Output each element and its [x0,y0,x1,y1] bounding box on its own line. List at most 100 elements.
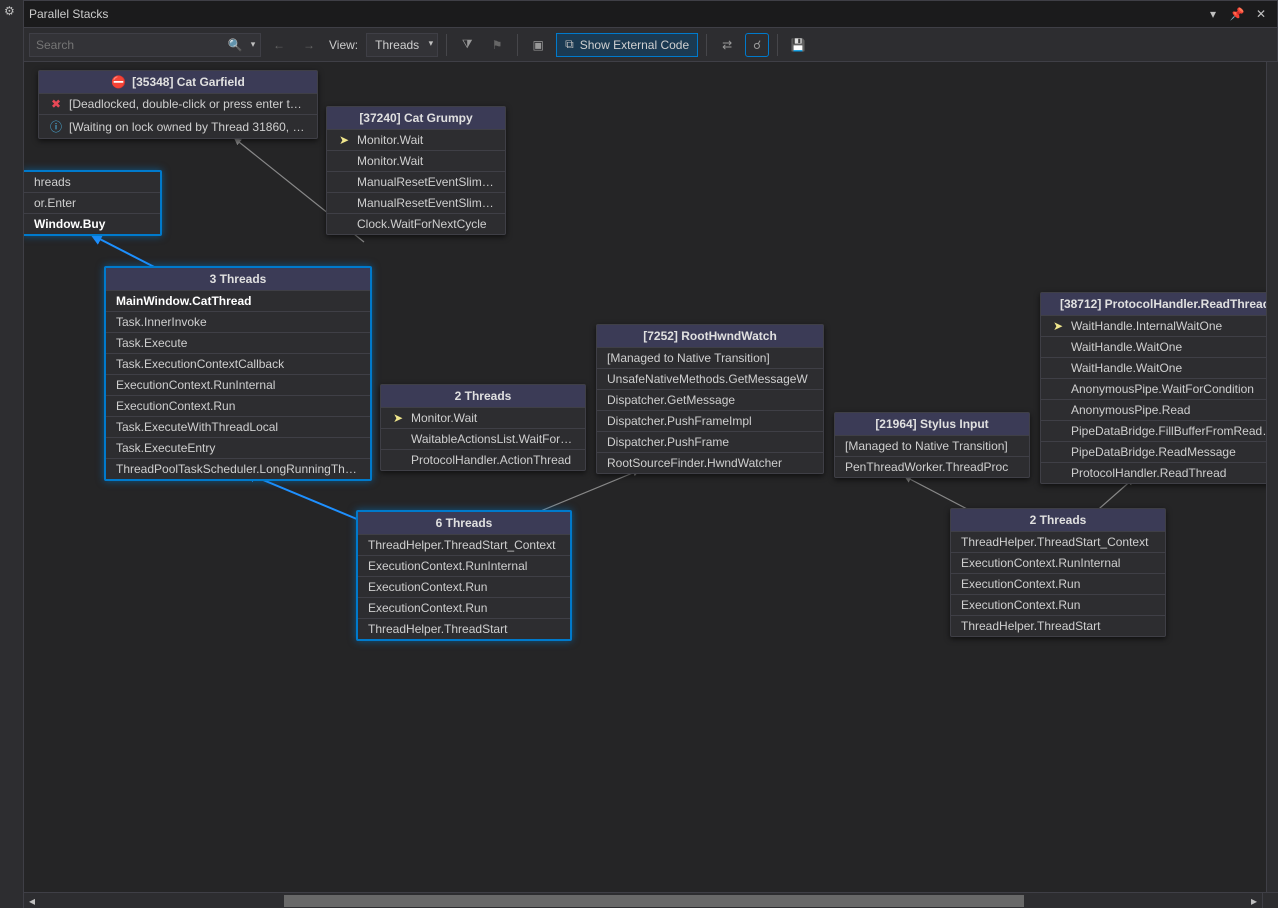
code-icon: ⧉ [565,37,574,52]
chevron-down-icon[interactable]: ▾ [1203,4,1223,24]
stack-row[interactable]: PipeDataBridge.FillBufferFromReadPipe [1041,421,1278,442]
stack-row[interactable]: PipeDataBridge.ReadMessage [1041,442,1278,463]
vertical-scrollbar[interactable] [1266,62,1278,892]
stack-row[interactable]: hreads [24,172,160,193]
stack-row[interactable]: Dispatcher.GetMessage [597,390,823,411]
stack-row[interactable]: WaitHandle.WaitOne [1041,337,1278,358]
search-input[interactable] [30,34,224,56]
gear-icon[interactable]: ⚙ [4,4,15,18]
node-title: [38712] ProtocolHandler.ReadThread [1041,293,1278,316]
stack-row[interactable]: ThreadHelper.ThreadStart [951,616,1165,636]
stack-row[interactable]: Clock.WaitForNextCycle [327,214,505,234]
scroll-left-icon[interactable]: ◂ [24,893,40,908]
stack-row[interactable]: MainWindow.CatThread [106,291,370,312]
view-label: View: [327,38,360,52]
stack-row[interactable]: PenThreadWorker.ThreadProc [835,457,1029,477]
show-external-code-toggle[interactable]: ⧉ Show External Code [556,33,698,57]
search-dropdown-icon[interactable]: ▾ [246,39,260,50]
stack-row[interactable]: ProtocolHandler.ActionThread [381,450,585,470]
error-icon: ✖ [49,97,63,111]
stack-row[interactable]: ➤WaitHandle.InternalWaitOne [1041,316,1278,337]
node-title: [37240] Cat Grumpy [327,107,505,130]
stack-row[interactable]: Task.ExecuteEntry [106,438,370,459]
stack-row[interactable]: ➤Monitor.Wait [327,130,505,151]
node-cat-grumpy[interactable]: [37240] Cat Grumpy ➤Monitor.Wait Monitor… [326,106,506,235]
stack-row[interactable]: ManualResetEventSlim.Wait [327,193,505,214]
stack-row[interactable]: ThreadHelper.ThreadStart_Context [358,535,570,556]
node-title: [21964] Stylus Input [835,413,1029,436]
stack-row[interactable]: RootSourceFinder.HwndWatcher [597,453,823,473]
stack-row[interactable]: ThreadPoolTaskScheduler.LongRunningThre.… [106,459,370,479]
filter-icon[interactable]: ⧩ [455,33,479,57]
current-frame-icon: ➤ [391,411,405,425]
stack-row[interactable]: ManualResetEventSlim.Wait [327,172,505,193]
node-title: 3 Threads [106,268,370,291]
stack-row[interactable]: ExecutionContext.Run [358,577,570,598]
stack-row[interactable]: ExecutionContext.Run [106,396,370,417]
node-title: 2 Threads [381,385,585,408]
stack-row[interactable]: WaitableActionsList.WaitForData [381,429,585,450]
node-partial[interactable]: hreads or.Enter Window.Buy [24,170,162,236]
node-2-threads-a[interactable]: 2 Threads ➤Monitor.Wait WaitableActionsL… [380,384,586,471]
auto-layout-icon[interactable]: ⇄ [715,33,739,57]
chevron-down-icon: ▾ [429,38,434,49]
stack-row[interactable]: AnonymousPipe.Read [1041,400,1278,421]
stack-row[interactable]: AnonymousPipe.WaitForCondition [1041,379,1278,400]
view-select[interactable]: Threads ▾ [366,33,438,57]
node-root-hwnd[interactable]: [7252] RootHwndWatch [Managed to Native … [596,324,824,474]
scroll-corner [1262,892,1278,908]
stack-row[interactable]: WaitHandle.WaitOne [1041,358,1278,379]
stack-row[interactable]: ➤Monitor.Wait [381,408,585,429]
stack-row[interactable]: ProtocolHandler.ReadThread [1041,463,1278,483]
node-stylus-input[interactable]: [21964] Stylus Input [Managed to Native … [834,412,1030,478]
stack-row[interactable]: ExecutionContext.RunInternal [358,556,570,577]
stop-icon: ⛔ [111,75,126,89]
node-cat-garfield[interactable]: ⛔ [35348] Cat Garfield ✖ [Deadlocked, do… [38,70,318,139]
stack-row[interactable]: [Managed to Native Transition] [835,436,1029,457]
node-6-threads[interactable]: 6 Threads ThreadHelper.ThreadStart_Conte… [356,510,572,641]
stack-row[interactable]: Task.ExecuteWithThreadLocal [106,417,370,438]
flag-icon[interactable]: ⚑ [485,33,509,57]
stack-row[interactable]: UnsafeNativeMethods.GetMessageW [597,369,823,390]
stack-row[interactable]: ✖ [Deadlocked, double-click or press ent… [39,94,317,115]
scroll-right-icon[interactable]: ▸ [1246,893,1262,908]
node-read-thread[interactable]: [38712] ProtocolHandler.ReadThread ➤Wait… [1040,292,1278,484]
stack-row[interactable]: Task.ExecutionContextCallback [106,354,370,375]
node-2-threads-b[interactable]: 2 Threads ThreadHelper.ThreadStart_Conte… [950,508,1166,637]
graph-canvas[interactable]: ⛔ [35348] Cat Garfield ✖ [Deadlocked, do… [24,62,1278,892]
stack-row[interactable]: ExecutionContext.RunInternal [951,553,1165,574]
node-3-threads[interactable]: 3 Threads MainWindow.CatThread Task.Inne… [104,266,372,481]
nav-forward-button[interactable]: → [297,33,321,57]
stack-row[interactable]: or.Enter [24,193,160,214]
nav-back-button[interactable]: ← [267,33,291,57]
zoom-fit-icon[interactable]: ▣ [526,33,550,57]
info-icon: ⓘ [49,118,63,135]
stack-row[interactable]: [Managed to Native Transition] [597,348,823,369]
stack-row[interactable]: Task.Execute [106,333,370,354]
scroll-thumb[interactable] [284,895,1024,907]
close-icon[interactable]: ✕ [1251,4,1271,24]
stack-row[interactable]: ThreadHelper.ThreadStart_Context [951,532,1165,553]
stack-row[interactable]: Task.InnerInvoke [106,312,370,333]
node-title: 6 Threads [358,512,570,535]
stack-row[interactable]: Monitor.Wait [327,151,505,172]
node-title: [7252] RootHwndWatch [597,325,823,348]
current-frame-icon: ➤ [337,133,351,147]
horizontal-scrollbar[interactable]: ◂ ▸ [24,892,1262,908]
search-icon[interactable]: 🔍 [224,38,246,52]
stack-row[interactable]: ThreadHelper.ThreadStart [358,619,570,639]
stack-row[interactable]: ExecutionContext.RunInternal [106,375,370,396]
search-box[interactable]: 🔍 ▾ [29,33,261,57]
highlight-icon[interactable]: ☌ [745,33,769,57]
stack-row[interactable]: Window.Buy [24,214,160,234]
stack-row[interactable]: ExecutionContext.Run [951,574,1165,595]
stack-row[interactable]: Dispatcher.PushFrameImpl [597,411,823,432]
titlebar: Parallel Stacks ▾ 📌 ✕ [0,0,1278,28]
save-icon[interactable]: 💾 [786,33,810,57]
window-title: Parallel Stacks [29,7,108,21]
stack-row[interactable]: Dispatcher.PushFrame [597,432,823,453]
stack-row[interactable]: ⓘ [Waiting on lock owned by Thread 31860… [39,115,317,138]
pin-icon[interactable]: 📌 [1227,4,1247,24]
stack-row[interactable]: ExecutionContext.Run [358,598,570,619]
stack-row[interactable]: ExecutionContext.Run [951,595,1165,616]
